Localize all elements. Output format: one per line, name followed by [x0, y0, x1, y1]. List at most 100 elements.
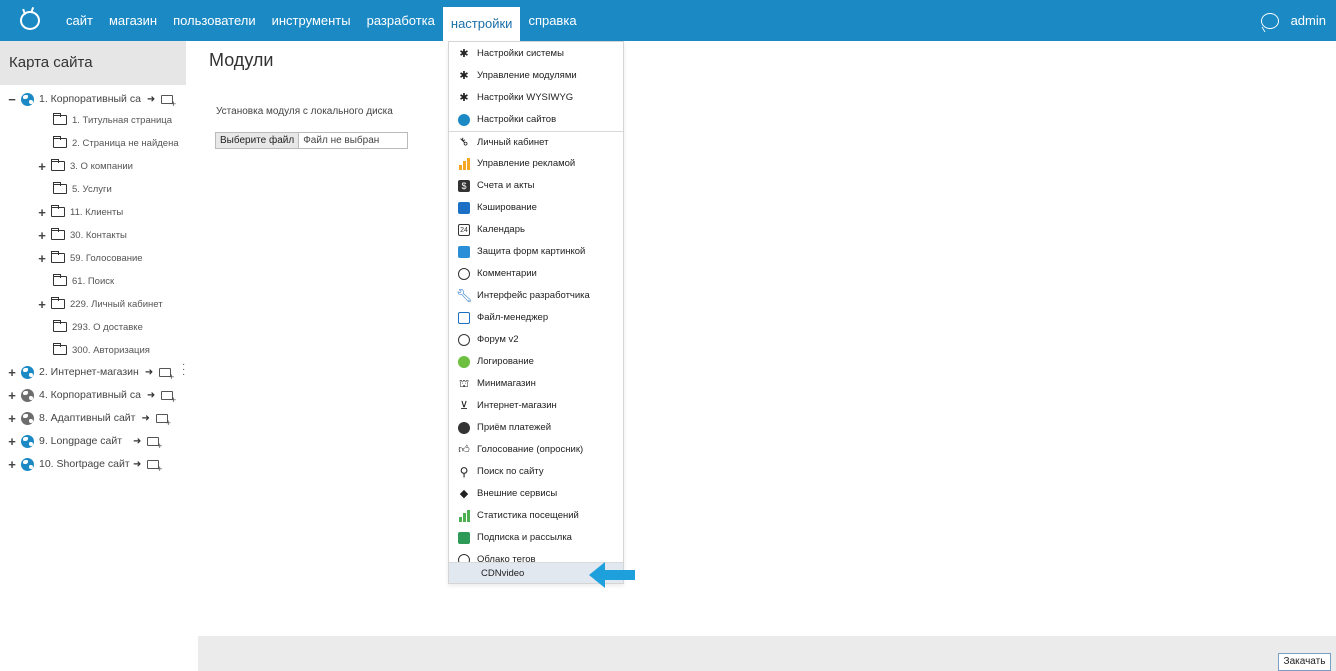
tree-node-page[interactable]: + 229. Личный кабинет: [37, 295, 163, 313]
tree-node-label[interactable]: 293. О доставке: [72, 322, 143, 333]
tree-node-page[interactable]: + 59. Голосование: [37, 249, 143, 267]
menu-item-wysiwyg-settings[interactable]: ✱ Настройки WYSIWYG: [449, 87, 623, 108]
upload-button[interactable]: Закачать: [1278, 653, 1331, 671]
file-input[interactable]: Выберите файл Файл не выбран: [215, 132, 408, 149]
tree-node-page[interactable]: 5. Услуги: [53, 180, 112, 198]
arrow-right-icon[interactable]: ➜: [147, 94, 155, 105]
tree-node-label[interactable]: 4. Корпоративный са: [39, 389, 141, 401]
choose-file-button[interactable]: Выберите файл: [216, 133, 300, 148]
tree-node-site-1[interactable]: − 1. Корпоративный са ➜: [7, 90, 176, 109]
menu-item-module-management[interactable]: ✱ Управление модулями: [449, 65, 623, 86]
menu-item-external-services[interactable]: ◆ Внешние сервисы: [449, 483, 623, 504]
menu-item-developer-interface[interactable]: 🔧︎ Интерфейс разработчика: [449, 285, 623, 306]
arrow-right-icon[interactable]: ➜: [145, 367, 153, 378]
expand-icon[interactable]: +: [37, 205, 47, 220]
folder-icon: [51, 159, 65, 171]
tree-node-site-9[interactable]: + 9. Longpage сайт ➜: [7, 432, 162, 451]
user-name[interactable]: admin: [1291, 13, 1326, 28]
menu-item-invoices[interactable]: $ Счета и акты: [449, 175, 623, 196]
menu-development[interactable]: разработка: [359, 0, 443, 41]
subscription-icon: [457, 531, 471, 545]
expand-icon[interactable]: +: [37, 251, 47, 266]
tree-node-label[interactable]: 8. Адаптивный сайт: [39, 412, 135, 424]
arrow-right-icon[interactable]: ➜: [147, 390, 155, 401]
menu-item-comments[interactable]: Комментарии: [449, 263, 623, 284]
tree-node-page[interactable]: 293. О доставке: [53, 318, 143, 336]
expand-icon[interactable]: +: [37, 228, 47, 243]
menu-settings[interactable]: настройки: [442, 7, 521, 41]
expand-icon[interactable]: +: [37, 159, 47, 174]
menu-item-caching[interactable]: Кэширование: [449, 197, 623, 218]
menu-item-site-settings[interactable]: Настройки сайтов: [449, 109, 623, 130]
expand-icon[interactable]: +: [37, 297, 47, 312]
menu-item-voting[interactable]: 👍︎ Голосование (опросник): [449, 439, 623, 460]
page-title: Модули: [209, 50, 274, 70]
menu-item-forum[interactable]: Форум v2: [449, 329, 623, 350]
tree-node-label[interactable]: 11. Клиенты: [70, 207, 123, 218]
comment-bubble-icon[interactable]: [1260, 12, 1279, 29]
globe-icon: [21, 388, 34, 402]
tree-node-label[interactable]: 10. Shortpage сайт: [39, 458, 130, 470]
tree-node-label[interactable]: 300. Авторизация: [72, 345, 150, 356]
tree-node-label[interactable]: 9. Longpage сайт: [39, 435, 127, 447]
menu-shop[interactable]: магазин: [101, 0, 165, 41]
tree-node-label[interactable]: 229. Личный кабинет: [70, 299, 163, 310]
add-folder-icon[interactable]: [159, 367, 174, 382]
tree-node-label[interactable]: 1. Корпоративный са: [39, 93, 141, 105]
menu-item-file-manager[interactable]: Файл-менеджер: [449, 307, 623, 328]
logo-icon[interactable]: [20, 11, 40, 30]
expand-icon[interactable]: +: [7, 434, 17, 449]
tree-node-label[interactable]: 2. Интернет-магазин: [39, 366, 139, 378]
collapse-icon[interactable]: −: [7, 92, 17, 107]
menu-item-payments[interactable]: Приём платежей: [449, 417, 623, 438]
tree-node-label[interactable]: 61. Поиск: [72, 276, 114, 287]
menu-item-ad-management[interactable]: Управление рекламой: [449, 153, 623, 174]
tree-node-label[interactable]: 5. Услуги: [72, 184, 112, 195]
add-folder-icon[interactable]: [161, 390, 176, 405]
add-folder-icon[interactable]: [147, 436, 162, 451]
menu-item-personal-account[interactable]: ⚷ Личный кабинет: [449, 131, 623, 152]
tree-node-page[interactable]: + 3. О компании: [37, 157, 133, 175]
expand-icon[interactable]: +: [7, 411, 17, 426]
vertical-dots-icon[interactable]: · · ·: [182, 360, 186, 380]
add-folder-icon[interactable]: [161, 94, 176, 109]
menu-item-online-store[interactable]: ⊻ Интернет-магазин: [449, 395, 623, 416]
tree-node-label[interactable]: 2. Страница не найдена: [72, 138, 179, 149]
tree-node-page[interactable]: 300. Авторизация: [53, 341, 150, 359]
menu-item-subscription[interactable]: Подписка и рассылка: [449, 527, 623, 548]
menu-help[interactable]: справка: [520, 0, 584, 41]
menu-item-system-settings[interactable]: ✱ Настройки системы: [449, 43, 623, 64]
tree-node-page[interactable]: 2. Страница не найдена: [53, 134, 179, 152]
tree-node-site-4[interactable]: + 4. Корпоративный са ➜: [7, 386, 176, 405]
expand-icon[interactable]: +: [7, 388, 17, 403]
menu-item-mini-shop[interactable]: ⛫ Минимагазин: [449, 373, 623, 394]
add-folder-icon[interactable]: [147, 459, 162, 474]
globe-icon: [21, 411, 34, 425]
menu-item-captcha[interactable]: Защита форм картинкой: [449, 241, 623, 262]
menu-tools[interactable]: инструменты: [264, 0, 359, 41]
add-folder-icon[interactable]: [155, 413, 171, 428]
menu-site[interactable]: сайт: [58, 0, 101, 41]
menu-item-site-search[interactable]: ⚲ Поиск по сайту: [449, 461, 623, 482]
arrow-right-icon[interactable]: ➜: [133, 459, 141, 470]
tree-node-label[interactable]: 59. Голосование: [70, 253, 143, 264]
tree-node-page[interactable]: 61. Поиск: [53, 272, 114, 290]
tree-node-page[interactable]: 1. Титульная страница: [53, 111, 172, 129]
arrow-right-icon[interactable]: ➜: [133, 436, 141, 447]
tree-node-label[interactable]: 3. О компании: [70, 161, 133, 172]
tree-node-page[interactable]: + 30. Контакты: [37, 226, 127, 244]
arrow-right-icon[interactable]: ➜: [141, 413, 149, 424]
tree-node-label[interactable]: 1. Титульная страница: [72, 115, 172, 126]
globe-icon: [21, 457, 34, 471]
menu-item-visit-stats[interactable]: Статистика посещений: [449, 505, 623, 526]
tree-node-page[interactable]: + 11. Клиенты: [37, 203, 123, 221]
menu-users[interactable]: пользователи: [165, 0, 264, 41]
expand-icon[interactable]: +: [7, 365, 17, 380]
menu-item-logging[interactable]: Логирование: [449, 351, 623, 372]
tree-node-site-2[interactable]: + 2. Интернет-магазин ➜: [7, 363, 174, 382]
tree-node-site-8[interactable]: + 8. Адаптивный сайт ➜: [7, 409, 171, 428]
menu-item-calendar[interactable]: 24 Календарь: [449, 219, 623, 240]
expand-icon[interactable]: +: [7, 457, 17, 472]
tree-node-site-10[interactable]: + 10. Shortpage сайт ➜: [7, 455, 162, 474]
tree-node-label[interactable]: 30. Контакты: [70, 230, 127, 241]
